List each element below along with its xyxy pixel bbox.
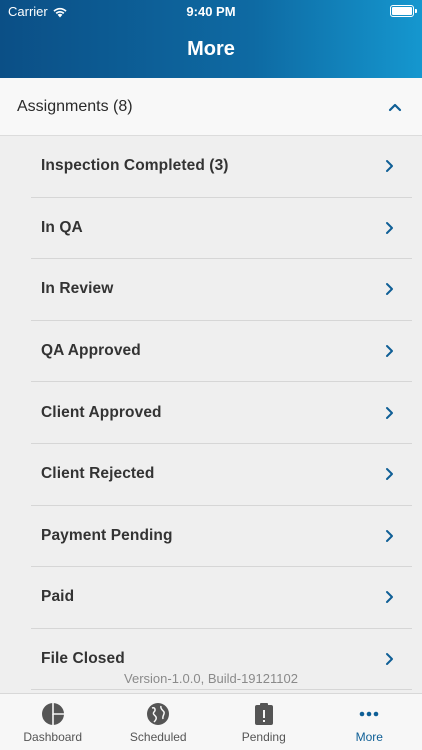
status-bar: Carrier 9:40 PM <box>0 0 422 24</box>
list-item-label: Payment Pending <box>41 526 173 544</box>
assignments-list: Inspection Completed (3) In QA In Review… <box>0 136 422 693</box>
list-item-paid[interactable]: Paid <box>31 567 412 629</box>
section-title: Assignments (8) <box>17 97 133 115</box>
tab-scheduled[interactable]: Scheduled <box>106 694 212 750</box>
list-item-in-qa[interactable]: In QA <box>31 198 412 260</box>
chevron-right-icon <box>386 283 393 296</box>
chevron-right-icon <box>386 221 393 234</box>
chevron-right-icon <box>386 345 393 358</box>
list-item-label: Client Rejected <box>41 465 155 483</box>
app-header: Carrier 9:40 PM More <box>0 0 422 78</box>
tab-pending[interactable]: Pending <box>211 694 317 750</box>
tab-label: Scheduled <box>129 730 187 744</box>
tab-bar: Dashboard Scheduled Pending More <box>0 693 422 750</box>
battery-icon <box>390 5 417 17</box>
clipboard-alert-icon <box>254 703 273 725</box>
globe-icon <box>147 703 170 725</box>
tab-label: Pending <box>241 730 286 744</box>
list-item-label: Paid <box>41 588 75 606</box>
chevron-right-icon <box>386 468 393 481</box>
version-label: Version-1.0.0, Build-19121102 <box>124 671 298 686</box>
assignments-section-header[interactable]: Assignments (8) <box>0 78 422 136</box>
chevron-right-icon <box>386 406 393 419</box>
list-item-label: QA Approved <box>41 342 141 360</box>
pie-chart-icon <box>41 703 64 725</box>
list-item-inspection-completed[interactable]: Inspection Completed (3) <box>31 136 412 198</box>
list-item-label: In Review <box>41 280 114 298</box>
chevron-right-icon <box>386 529 393 542</box>
list-item-qa-approved[interactable]: QA Approved <box>31 321 412 383</box>
more-dots-icon <box>359 711 379 717</box>
list-item-label: File Closed <box>41 650 125 668</box>
tab-more[interactable]: More <box>317 694 422 750</box>
chevron-right-icon <box>386 160 393 173</box>
tab-label: More <box>355 730 383 744</box>
chevron-up-icon <box>388 103 402 111</box>
tab-label: Dashboard <box>23 730 83 744</box>
tab-dashboard[interactable]: Dashboard <box>0 694 106 750</box>
status-time: 9:40 PM <box>186 4 236 19</box>
list-item-payment-pending[interactable]: Payment Pending <box>31 506 412 568</box>
list-item-label: Client Approved <box>41 403 162 421</box>
page-title: More <box>187 38 235 60</box>
list-item-in-review[interactable]: In Review <box>31 259 412 321</box>
list-item-client-approved[interactable]: Client Approved <box>31 382 412 444</box>
list-item-label: In QA <box>41 218 83 236</box>
list-item-client-rejected[interactable]: Client Rejected <box>31 444 412 506</box>
list-item-label: Inspection Completed (3) <box>41 157 229 175</box>
chevron-right-icon <box>386 653 393 666</box>
chevron-right-icon <box>386 591 393 604</box>
